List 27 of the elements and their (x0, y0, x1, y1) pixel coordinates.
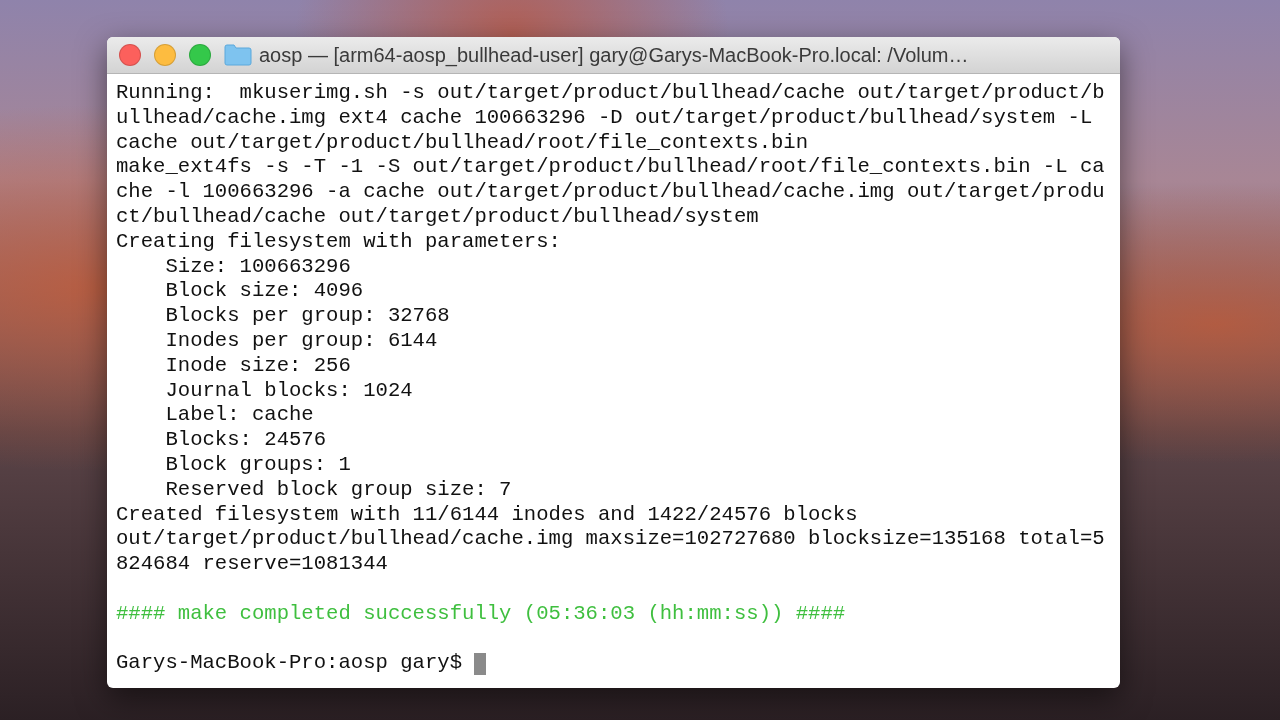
terminal-output-line: Inodes per group: 6144 (164, 328, 438, 354)
terminal-output-line: Block size: 4096 (164, 279, 364, 305)
terminal-output-line: Created filesystem with 11/6144 inodes and 1422/24576 blocks (116, 502, 858, 528)
folder-icon (224, 44, 252, 66)
success-message: #### make completed successfully (05:36:03 (hh:mm:ss)) #### (116, 601, 846, 627)
close-button[interactable] (119, 44, 141, 66)
terminal-output-line: Blocks per group: 32768 (164, 304, 450, 329)
terminal-output-line: make_ext4fs -s -T -1 -S out/target/product/bullhead/root/file_contexts.bin -L ca (116, 155, 1105, 181)
terminal-output-line: out/target/product/bullhead/cache.img maxsize=102727680 blocksize=135168 total=5 (116, 527, 1105, 553)
shell-prompt: Garys-MacBook-Pro:aosp gary$ (116, 651, 463, 677)
terminal-output-line: Label: cache (164, 403, 314, 429)
terminal-output-line: Journal blocks: 1024 (164, 378, 413, 404)
terminal-output-line: Block groups: 1 (164, 452, 351, 478)
terminal-output-line: Creating filesystem with parameters: (116, 229, 561, 255)
terminal-output-line: 824684 reserve=1081344 (116, 552, 388, 577)
terminal-output-line: Size: 100663296 (164, 254, 351, 280)
terminal-output-line: ct/bullhead/cache out/target/product/bullhead/system (116, 205, 759, 230)
terminal-output-line: Blocks: 24576 (164, 428, 327, 453)
window-title: aosp — [arm64-aosp_bullhead-user] gary@Garys-MacBook-Pro.local: /Volum… (259, 43, 969, 67)
terminal-output-line: ullhead/cache.img ext4 cache 100663296 -D out/target/product/bullhead/system -L (116, 105, 1093, 131)
minimize-button[interactable] (154, 44, 176, 66)
terminal-output-line: Running: mkuserimg.sh -s out/target/product/bullhead/cache out/target/product/b (116, 81, 1105, 106)
terminal-output-line: Inode size: 256 (164, 353, 351, 379)
terminal-output-line: che -l 100663296 -a cache out/target/product/bullhead/cache.img out/target/produ (116, 180, 1105, 205)
terminal-output-line: Reserved block group size: 7 (164, 477, 512, 503)
zoom-button[interactable] (189, 44, 211, 66)
terminal-output-line: cache out/target/product/bullhead/root/file_contexts.bin (116, 130, 809, 156)
